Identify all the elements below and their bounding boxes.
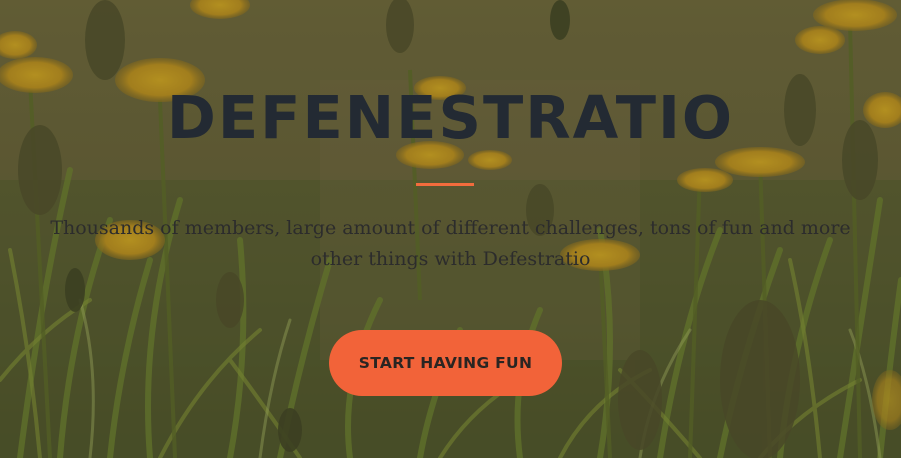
title-divider [416, 183, 474, 186]
hero-subtitle: Thousands of members, large amount of di… [50, 217, 851, 270]
hero-section: DEFENESTRATIO Thousands of members, larg… [0, 0, 901, 458]
page-title: DEFENESTRATIO [166, 83, 735, 152]
start-having-fun-button[interactable]: START HAVING FUN [329, 330, 562, 396]
